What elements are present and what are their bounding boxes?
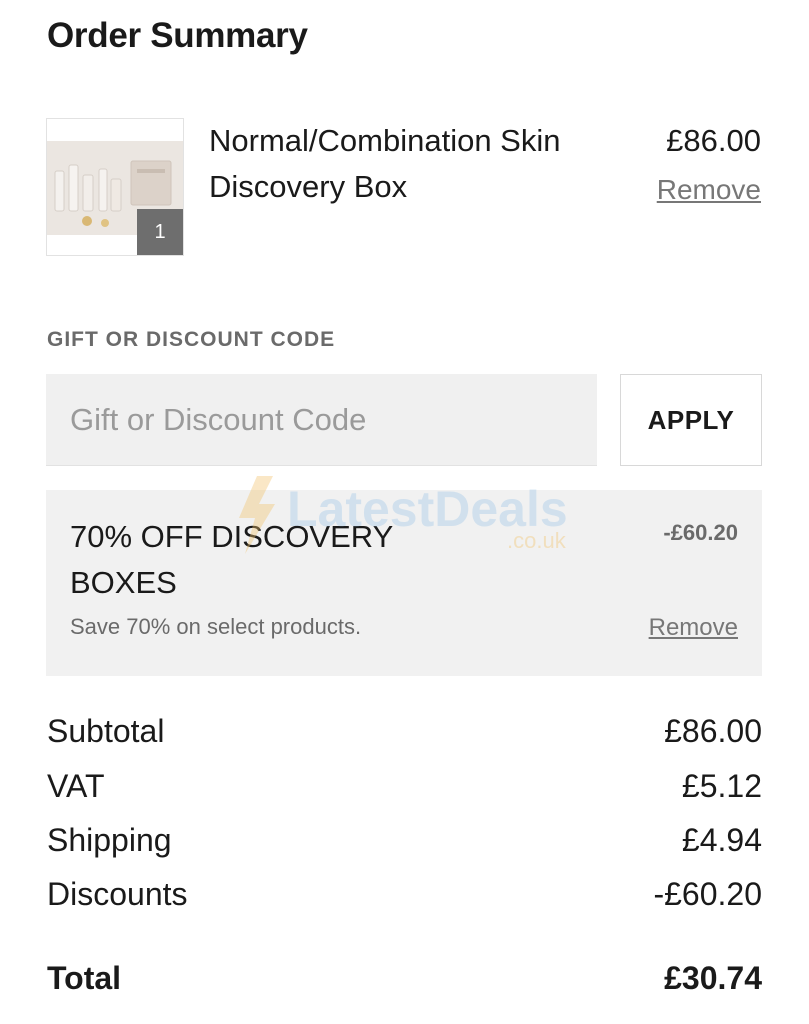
discount-heading: GIFT OR DISCOUNT CODE — [47, 328, 336, 351]
shipping-label: Shipping — [47, 821, 172, 858]
discounts-label: Discounts — [47, 875, 188, 912]
discount-amount: -£60.20 — [663, 520, 738, 545]
shipping-value: £4.94 — [681, 821, 762, 858]
product-price: £86.00 — [666, 123, 761, 158]
total-label: Total — [47, 959, 122, 996]
product-thumbnail[interactable]: 1 — [46, 118, 184, 256]
total-row: Total £30.74 — [47, 956, 762, 1000]
total-value: £30.74 — [664, 959, 762, 996]
product-name[interactable]: Normal/Combination Skin Discovery Box — [209, 118, 629, 210]
vat-value: £5.12 — [681, 767, 762, 804]
remove-discount-link[interactable]: Remove — [649, 614, 738, 642]
discount-description: Save 70% on select products. — [70, 614, 362, 639]
subtotal-row: Subtotal £86.00 — [47, 709, 762, 753]
page-title: Order Summary — [47, 16, 308, 55]
apply-button[interactable]: APPLY — [620, 374, 762, 466]
subtotal-label: Subtotal — [47, 712, 165, 749]
discount-name: 70% OFF DISCOVERY BOXES — [70, 519, 393, 600]
discounts-value: -£60.20 — [653, 875, 762, 912]
subtotal-value: £86.00 — [664, 712, 762, 749]
quantity-badge: 1 — [137, 209, 183, 255]
remove-item-link[interactable]: Remove — [657, 174, 761, 206]
discount-code-input[interactable] — [46, 374, 597, 466]
vat-label: VAT — [47, 767, 105, 804]
discounts-row: Discounts -£60.20 — [47, 872, 762, 916]
vat-row: VAT £5.12 — [47, 764, 762, 808]
shipping-row: Shipping £4.94 — [47, 818, 762, 862]
applied-discount-panel: 70% OFF DISCOVERY BOXES -£60.20 Save 70%… — [46, 490, 762, 676]
